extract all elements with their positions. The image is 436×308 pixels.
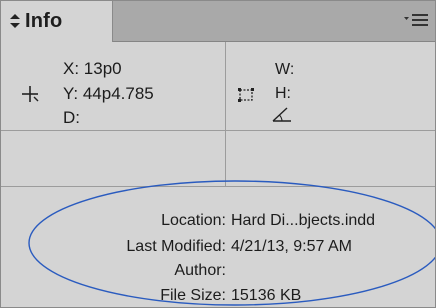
angle-icon (272, 107, 291, 122)
location-label: Location: (161, 212, 226, 229)
tab-info-label: Info (25, 10, 63, 32)
bounding-box-icon (238, 88, 254, 102)
info-panel: Info X: 13p0 Y: 44p4.785 D: W: H: Locati… (0, 0, 436, 308)
divider (225, 42, 226, 131)
author-label: Author: (174, 262, 226, 279)
width-label: W: (275, 61, 295, 78)
panel-menu-icon[interactable] (403, 9, 429, 31)
crosshair-icon (22, 86, 39, 102)
collapse-arrows-icon[interactable] (9, 13, 21, 31)
file-size-value: 15136 KB (231, 287, 302, 304)
file-size-label: File Size: (160, 287, 226, 304)
x-coordinate: X: 13p0 (63, 59, 122, 78)
last-modified-label: Last Modified: (126, 238, 226, 255)
y-coordinate: Y: 44p4.785 (63, 84, 154, 103)
last-modified-value: 4/21/13, 9:57 AM (231, 238, 352, 255)
height-label: H: (275, 85, 291, 102)
divider (225, 131, 226, 187)
location-value: Hard Di...bjects.indd (231, 212, 376, 229)
color-section (1, 131, 435, 187)
distance-label: D: (63, 108, 80, 127)
tab-info[interactable]: Info (1, 1, 113, 42)
